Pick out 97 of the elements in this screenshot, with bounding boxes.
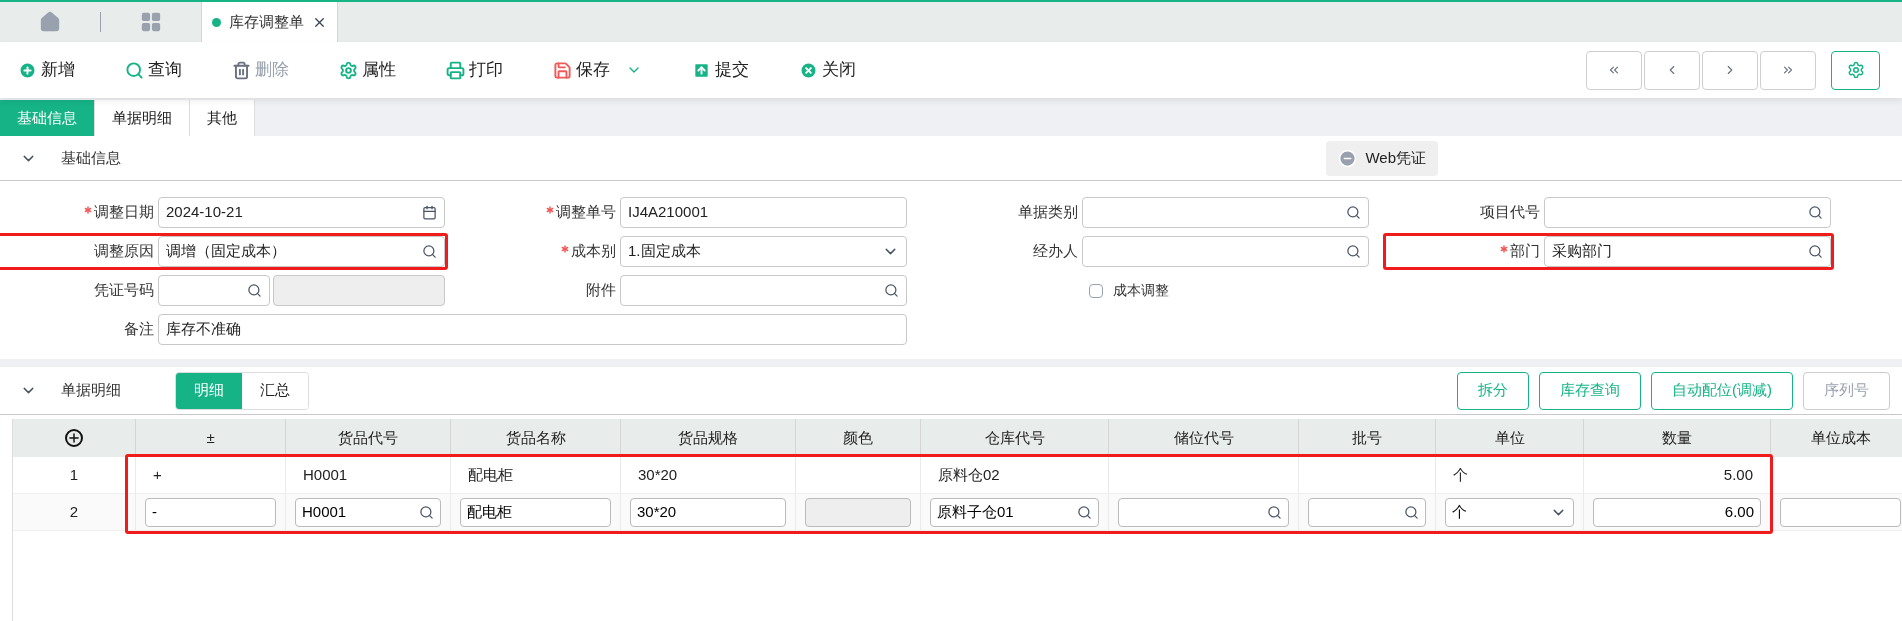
field-label: 调整原因 [94, 241, 154, 262]
field-label: 备注 [124, 319, 154, 340]
column-header: 颜色 [843, 427, 873, 448]
date-field[interactable]: 2024-10-21 [158, 197, 445, 228]
search-icon [884, 283, 899, 298]
settings-button[interactable] [1831, 50, 1880, 90]
toolbar-button[interactable]: 打印 [446, 57, 503, 83]
field-label: 成本别 [571, 241, 616, 262]
settings-icon [1846, 61, 1865, 79]
field-label: 项目代号 [1480, 202, 1540, 223]
table-cell-text: H0001 [302, 464, 349, 485]
cell-input[interactable]: 30*20 [630, 497, 786, 527]
table-cell-text: 30*20 [637, 464, 679, 485]
close-icon [799, 60, 818, 80]
column-header: 批号 [1352, 427, 1382, 448]
toolbar-button[interactable]: 提交 [692, 57, 749, 83]
field-label: 附件 [586, 280, 616, 301]
search-icon [1346, 244, 1361, 259]
grid-icon [140, 11, 162, 33]
gear-icon [339, 60, 358, 80]
search-field[interactable] [1082, 197, 1369, 228]
search-icon [1267, 504, 1282, 520]
search-field[interactable]: 调增（固定成本） [158, 236, 445, 267]
field-label: 调整单号 [556, 202, 616, 223]
column-header: 单位成本 [1810, 427, 1871, 448]
search-icon [247, 283, 262, 298]
table-cell-text: 5.00 [1722, 464, 1754, 485]
table-cell-text: 原料仓02 [937, 464, 1001, 485]
row-number: 1 [69, 464, 79, 485]
column-header: 货品名称 [505, 427, 566, 448]
search-icon [125, 60, 144, 80]
double-chevron-left-icon [1607, 63, 1621, 77]
field-label: 部门 [1510, 241, 1540, 262]
pager-button[interactable] [1760, 50, 1816, 90]
document-tab[interactable]: 库存调整单 [201, 2, 338, 42]
calendar-icon [422, 205, 437, 220]
toolbar-button[interactable]: 新增 [18, 57, 75, 83]
toolbar-button[interactable]: 查询 [125, 57, 182, 83]
page-tab[interactable]: 单据明细 [95, 100, 190, 136]
plus-circle-icon [18, 60, 37, 80]
minus-circle-icon [1338, 148, 1358, 168]
cell-input[interactable]: - [145, 497, 276, 527]
column-header: ± [206, 427, 215, 448]
cell-input[interactable] [1780, 497, 1901, 527]
pager-button[interactable] [1702, 50, 1758, 90]
cell-input[interactable]: 配电柜 [460, 497, 611, 527]
column-header: 储位代号 [1173, 427, 1234, 448]
toolbar-button[interactable]: 属性 [339, 57, 396, 83]
field-label: 凭证号码 [94, 280, 154, 301]
cell-input[interactable]: 6.00 [1593, 497, 1761, 527]
search-field[interactable] [620, 275, 907, 306]
search-icon [1808, 205, 1823, 220]
table-cell-text: + [152, 464, 163, 485]
search-icon [419, 504, 434, 520]
pager-button[interactable] [1586, 50, 1642, 90]
search-field[interactable] [158, 275, 270, 306]
column-header: 单位 [1494, 427, 1525, 448]
table-cell-text: 配电柜 [467, 464, 514, 485]
section-title: 单据明细 [61, 380, 122, 401]
column-header: 数量 [1662, 427, 1692, 448]
field-label: 调整日期 [94, 202, 154, 223]
search-field[interactable] [1082, 236, 1369, 267]
pager-button[interactable] [1644, 50, 1700, 90]
input-field[interactable]: 库存不准确 [158, 314, 907, 345]
section-title: 基础信息 [61, 147, 121, 168]
double-chevron-right-icon [1781, 63, 1795, 77]
search-icon [1808, 244, 1823, 259]
column-header: 仓库代号 [984, 427, 1045, 448]
trash-icon [232, 60, 251, 80]
cell-search-field[interactable] [1118, 497, 1289, 527]
cell-search-field[interactable]: 原料子仓01 [930, 497, 1099, 527]
home-icon [39, 11, 61, 33]
search-icon [1404, 504, 1419, 520]
add-row-button[interactable] [65, 429, 83, 447]
cell-select[interactable]: 个 [1445, 497, 1574, 527]
input-field[interactable]: IJ4A210001 [620, 197, 907, 228]
toolbar-button[interactable]: 保存 [553, 57, 642, 83]
checkbox-label: 成本调整 [1113, 281, 1169, 300]
cell-search-field[interactable]: H0001 [295, 497, 441, 527]
search-icon [422, 244, 437, 259]
toolbar-button[interactable]: 关闭 [799, 57, 856, 83]
search-field[interactable]: 采购部门 [1544, 236, 1831, 267]
cell-search-field[interactable] [1308, 497, 1426, 527]
checkbox[interactable] [1089, 283, 1103, 298]
search-icon [1077, 504, 1092, 520]
field-label: 单据类别 [1018, 202, 1078, 223]
web-voucher-button[interactable]: Web凭证 [1326, 140, 1438, 176]
column-header: 货品规格 [678, 427, 738, 448]
select-field[interactable]: 1.固定成本 [620, 236, 907, 267]
column-header: 货品代号 [338, 427, 398, 448]
search-icon [1346, 205, 1361, 220]
search-field[interactable] [1544, 197, 1831, 228]
table-cell-text: 个 [1452, 464, 1469, 485]
page-tab[interactable]: 其他 [190, 100, 255, 136]
field-label: 经办人 [1033, 241, 1078, 262]
printer-icon [446, 60, 465, 80]
row-number: 2 [69, 501, 79, 522]
